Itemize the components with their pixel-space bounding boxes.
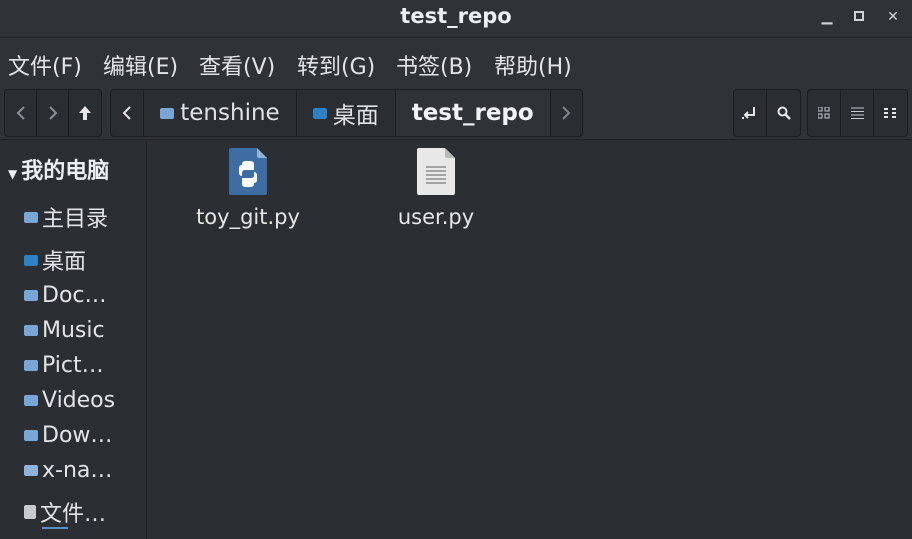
compact-view-icon [884, 108, 896, 118]
sidebar-item-label: Pict… [42, 353, 104, 378]
compact-view-button[interactable] [874, 90, 907, 136]
file-name: user.py [397, 205, 475, 229]
window-title: test_repo [400, 4, 512, 28]
breadcrumb-label: tenshine [180, 100, 280, 126]
sidebar-item-label: 主目录 [42, 207, 109, 232]
nav-buttons [4, 89, 102, 137]
sidebar-item-label: 桌面 [42, 250, 87, 275]
search-button[interactable] [767, 90, 800, 136]
forward-button[interactable] [37, 90, 69, 136]
breadcrumb-scroll-right[interactable] [551, 90, 582, 136]
music-folder-icon [24, 325, 38, 336]
chevron-left-icon [122, 106, 131, 120]
drive-icon [24, 505, 36, 519]
chevron-left-icon [16, 106, 25, 120]
sidebar-section-header[interactable]: ▼ 我的电脑 [8, 153, 109, 185]
videos-folder-icon [24, 395, 38, 406]
file-item[interactable]: toy_git.py [173, 148, 323, 229]
pictures-folder-icon [24, 360, 38, 371]
python-file-icon [229, 148, 267, 195]
downloads-folder-icon [24, 430, 38, 441]
location-search-group [733, 89, 801, 137]
list-view-icon [850, 107, 864, 119]
arrow-up-icon [79, 106, 91, 120]
sidebar: ▼ 我的电脑 主目录 桌面 Doc… Music Pict… Videos Dow… [0, 141, 147, 539]
menu-file[interactable]: 文件(F) [8, 49, 82, 81]
chevron-right-icon [562, 106, 571, 120]
sidebar-item-desktop[interactable]: 桌面 [24, 244, 86, 276]
up-button[interactable] [69, 90, 101, 136]
maximize-icon[interactable] [850, 8, 868, 26]
sidebar-item-label: Doc… [42, 283, 107, 308]
sidebar-item-network[interactable]: x-na… [24, 458, 112, 483]
network-folder-icon [24, 465, 38, 476]
view-mode-group [807, 89, 908, 137]
breadcrumb: tenshine 桌面 test_repo [110, 89, 583, 137]
sidebar-header-label: 我的电脑 [21, 159, 110, 184]
close-icon[interactable]: ✕ [884, 8, 902, 26]
minimize-icon[interactable]: ▁ [818, 8, 836, 26]
sidebar-item-label: x-na… [42, 458, 113, 483]
menu-edit[interactable]: 编辑(E) [103, 49, 178, 81]
sidebar-item-label: Music [42, 318, 105, 343]
sidebar-item-filesystem[interactable]: 文件… [24, 496, 106, 528]
chevron-right-icon [48, 106, 57, 120]
file-view: toy_git.py user.py [148, 141, 912, 539]
desktop-folder-icon [312, 107, 327, 119]
sidebar-item-videos[interactable]: Videos [24, 388, 115, 413]
breadcrumb-label: test_repo [411, 100, 534, 126]
menu-bookmarks[interactable]: 书签(B) [396, 49, 472, 81]
sidebar-item-documents[interactable]: Doc… [24, 283, 107, 308]
menu-go[interactable]: 转到(G) [297, 49, 375, 81]
home-folder-icon [24, 211, 38, 223]
breadcrumb-scroll-left[interactable] [111, 90, 145, 136]
home-folder-icon [160, 107, 175, 119]
sidebar-item-label: Dow… [42, 423, 113, 448]
menu-help[interactable]: 帮助(H) [494, 49, 572, 81]
icon-view-button[interactable] [808, 90, 841, 136]
breadcrumb-label: 桌面 [332, 103, 379, 129]
drive-usage-bar [42, 527, 68, 529]
breadcrumb-current[interactable]: test_repo [395, 90, 551, 136]
documents-folder-icon [24, 290, 38, 301]
sidebar-item-label: Videos [42, 388, 116, 413]
title-bar: test_repo ▁ ✕ [0, 0, 912, 38]
breadcrumb-desktop[interactable]: 桌面 [297, 90, 396, 136]
search-icon [777, 106, 791, 120]
toggle-location-button[interactable] [734, 90, 767, 136]
menu-bar: 文件(F) 编辑(E) 查看(V) 转到(G) 书签(B) 帮助(H) [0, 38, 912, 86]
menu-view[interactable]: 查看(V) [199, 49, 275, 81]
breadcrumb-home[interactable]: tenshine [144, 90, 297, 136]
file-item[interactable]: user.py [361, 148, 511, 229]
toolbar: tenshine 桌面 test_repo [0, 86, 912, 140]
list-view-button[interactable] [841, 90, 874, 136]
text-file-icon [417, 148, 455, 195]
grid-view-icon [818, 107, 830, 119]
location-icon [742, 107, 755, 119]
sidebar-item-music[interactable]: Music [24, 318, 105, 343]
desktop-folder-icon [24, 254, 38, 266]
back-button[interactable] [5, 90, 37, 136]
sidebar-item-pictures[interactable]: Pict… [24, 353, 104, 378]
expander-icon: ▼ [8, 167, 18, 181]
sidebar-item-downloads[interactable]: Dow… [24, 423, 112, 448]
sidebar-item-home[interactable]: 主目录 [24, 201, 108, 233]
file-name: toy_git.py [196, 205, 300, 229]
sidebar-item-label: 文件… [40, 502, 107, 527]
